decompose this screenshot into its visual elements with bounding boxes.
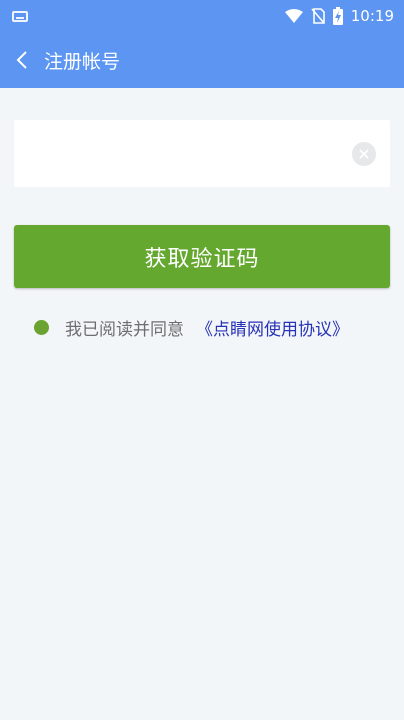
wifi-icon [284, 9, 303, 23]
app-bar: 注册帐号 [0, 32, 404, 88]
agreement-text: 我已阅读并同意 [65, 319, 184, 340]
phone-input[interactable] [28, 144, 352, 163]
get-verification-code-button[interactable]: 获取验证码 [14, 225, 390, 288]
chevron-left-icon [16, 51, 27, 69]
agree-checkbox[interactable] [34, 319, 49, 335]
keyboard-icon [12, 10, 28, 22]
status-time: 10:19 [350, 7, 394, 25]
status-bar: 10:19 [0, 0, 404, 32]
page-title: 注册帐号 [44, 50, 121, 73]
battery-charging-icon [332, 7, 343, 25]
agreement-link[interactable]: 《点睛网使用协议》 [196, 315, 349, 340]
clear-icon[interactable] [352, 141, 376, 166]
phone-input-card [14, 120, 390, 187]
no-sim-icon [311, 8, 325, 24]
agreement-row: 我已阅读并同意 《点睛网使用协议》 [34, 314, 349, 340]
x-mark-icon [359, 148, 369, 159]
back-button[interactable] [0, 32, 44, 88]
